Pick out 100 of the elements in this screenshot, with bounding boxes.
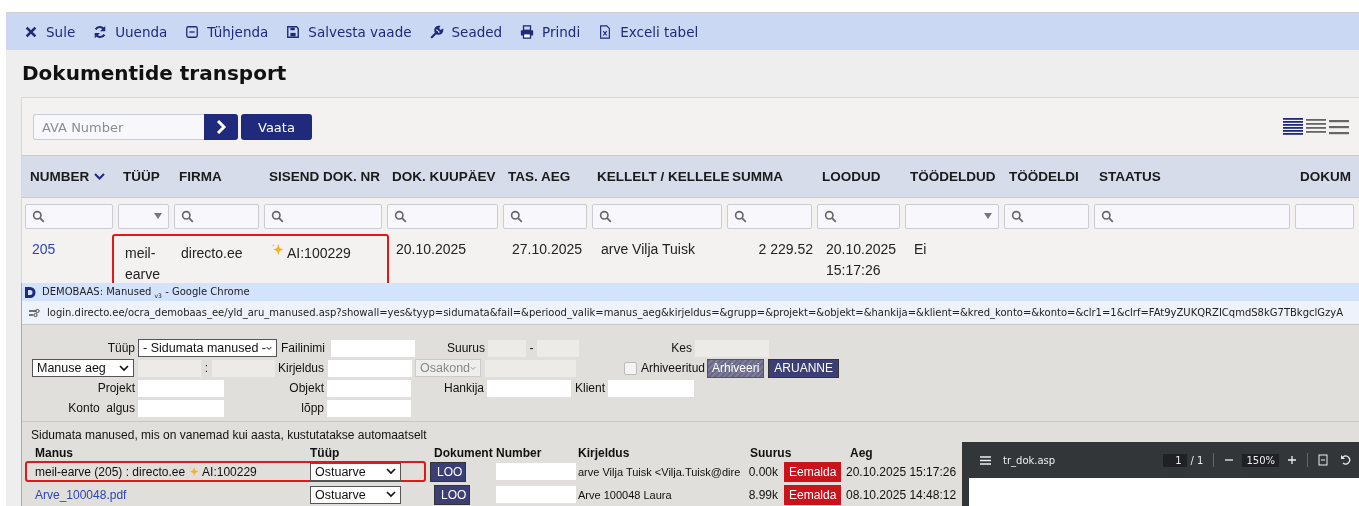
remove-button[interactable]: Eemalda <box>784 484 842 505</box>
chevron-right-icon <box>215 120 227 134</box>
create-button[interactable]: LOO <box>434 484 470 505</box>
list-view-icon[interactable] <box>1306 118 1326 136</box>
rotate-icon[interactable] <box>1340 454 1353 466</box>
file-link[interactable]: Arve_100048.pdf <box>35 487 127 502</box>
save-icon <box>286 24 301 39</box>
supplier-field[interactable] <box>487 379 571 397</box>
column-header[interactable]: KELLELT / KELLELE <box>592 169 727 184</box>
field-label: Tüüp <box>106 341 136 355</box>
remove-button[interactable]: Eemalda <box>784 461 842 482</box>
date-text: 08.10.2025 14:48:12 <box>846 487 957 502</box>
account-from-field[interactable] <box>138 399 224 417</box>
filter-field[interactable] <box>264 203 382 229</box>
field-label: lõpp <box>300 401 325 415</box>
filter-field[interactable] <box>727 203 812 229</box>
type-select[interactable]: Ostuarve <box>310 485 401 504</box>
list-view-icon[interactable] <box>1329 118 1349 136</box>
toolbar-button[interactable]: Sule <box>16 13 84 50</box>
filter-dropdown[interactable] <box>905 203 999 229</box>
filter-field[interactable] <box>174 203 259 229</box>
menu-icon[interactable] <box>980 455 991 465</box>
search-icon <box>32 209 45 223</box>
column-header[interactable]: DOK. KUUPÄEV <box>387 169 503 184</box>
window-title: DEMOBAAS: Manused $_{v3}$ - Google Chrome <box>42 285 250 299</box>
field-label: Kes <box>670 341 693 355</box>
caret-icon <box>984 213 992 219</box>
search-icon <box>1101 209 1114 223</box>
search-field[interactable]: AVA Number <box>33 114 204 140</box>
column-header[interactable]: TÖÖDELDI <box>1004 169 1094 184</box>
number-link[interactable]: 205 <box>32 239 56 260</box>
filter-field[interactable] <box>387 203 498 229</box>
filter-field[interactable] <box>25 203 113 229</box>
description-text: arve Vilja Tuisk <Vilja.Tuisk@dire <box>578 465 741 478</box>
logo-icon <box>24 285 38 299</box>
zoom-field[interactable]: 150% <box>1242 453 1280 467</box>
project-field[interactable] <box>138 379 224 397</box>
column-header[interactable]: TÖÖDELDUD <box>905 169 1004 184</box>
type-select[interactable]: - Sidumata manused - <box>138 339 277 357</box>
number-field[interactable] <box>496 486 576 503</box>
toolbar-button[interactable]: Tühjenda <box>177 13 277 50</box>
report-button[interactable]: ARUANNE <box>768 358 840 378</box>
archived-checkbox[interactable] <box>624 361 637 375</box>
filter-dropdown[interactable] <box>118 203 169 229</box>
create-button[interactable]: LOO <box>430 461 466 482</box>
archive-button[interactable]: Arhiveeri <box>707 358 765 378</box>
refresh-icon <box>93 24 108 39</box>
table-cell-text: AI:100229 <box>287 244 351 263</box>
column-header[interactable]: TÜÜP <box>118 169 174 184</box>
table-cell-text: directo.ee <box>181 244 243 263</box>
client-field[interactable] <box>608 379 694 397</box>
column-header[interactable]: NUMBER <box>25 169 118 184</box>
date-text: 20.10.2025 15:17:26 <box>846 464 957 479</box>
filename-field[interactable] <box>331 339 415 357</box>
filter-field[interactable] <box>503 203 587 229</box>
ai-tag: AI:100229 <box>202 464 257 479</box>
type-select[interactable]: Ostuarve <box>310 462 401 481</box>
toolbar-button[interactable]: Prindi <box>512 13 589 50</box>
caret-icon <box>470 364 476 372</box>
filter-field[interactable] <box>592 203 722 229</box>
toolbar-button[interactable]: Exceli tabel <box>590 13 707 50</box>
address-bar[interactable] <box>22 301 1359 325</box>
sparkle-icon <box>188 466 200 477</box>
page-number-field[interactable]: 1 <box>1163 453 1187 467</box>
caret-icon <box>154 213 162 219</box>
description-field[interactable] <box>328 359 412 377</box>
number-field[interactable] <box>496 463 576 480</box>
object-field[interactable] <box>327 379 411 397</box>
column-header[interactable]: LOODUD <box>817 169 905 184</box>
table-cell-text: 27.10.2025 <box>512 240 583 259</box>
column-header[interactable]: TAS. AEG <box>503 169 592 184</box>
column-header[interactable]: STAATUS <box>1094 169 1295 184</box>
period-select[interactable]: Manuse aeg <box>32 359 134 377</box>
column-header: Manus <box>34 446 74 460</box>
search-icon <box>599 209 612 223</box>
go-button[interactable] <box>204 114 238 140</box>
toolbar-button[interactable]: Seaded <box>421 13 511 50</box>
view-button[interactable]: Vaata <box>241 114 312 140</box>
fit-page-icon[interactable] <box>1318 454 1329 466</box>
toolbar-button[interactable]: Uuenda <box>85 13 176 50</box>
filter-field[interactable] <box>1004 203 1089 229</box>
column-header: Tüüp <box>309 446 341 460</box>
column-header[interactable]: DOKUM <box>1295 169 1359 184</box>
caret-icon <box>386 468 396 475</box>
filter-field[interactable] <box>1094 203 1290 229</box>
filter-field[interactable] <box>817 203 900 229</box>
field-label: Projekt <box>96 381 136 395</box>
list-view-icon[interactable] <box>1283 118 1303 136</box>
column-header[interactable]: SISEND DOK. NR <box>264 169 387 184</box>
search-icon <box>734 209 747 223</box>
account-to-field[interactable] <box>327 399 411 417</box>
filter-field[interactable] <box>1295 203 1354 229</box>
close-icon <box>24 24 38 39</box>
size-text: 0.00k <box>747 464 778 479</box>
zoom-in-icon[interactable] <box>1287 455 1298 465</box>
toolbar-button[interactable]: Salvesta vaade <box>278 13 420 50</box>
table-cell-text: 20.10.2025 15:17:26 <box>826 240 898 280</box>
range-separator: : <box>204 361 210 375</box>
column-header[interactable]: FIRMA <box>174 169 264 184</box>
search-icon <box>1011 209 1024 223</box>
